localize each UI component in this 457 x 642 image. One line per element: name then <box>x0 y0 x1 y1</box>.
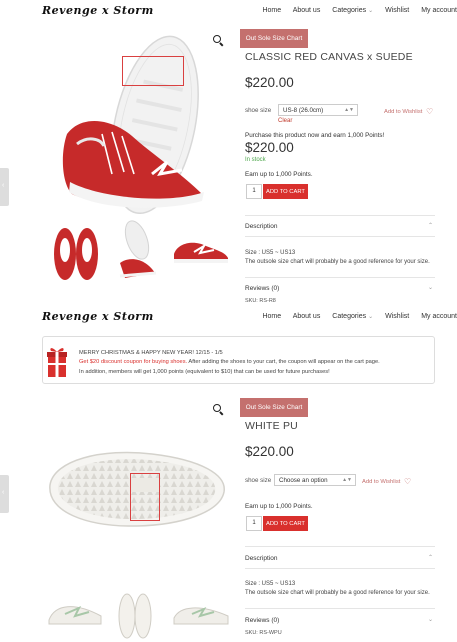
chevron-down-icon[interactable]: ⌄ <box>428 284 433 291</box>
chevron-up-icon[interactable]: ⌃ <box>428 554 433 561</box>
size-chart-button[interactable]: Out Sole Size Chart <box>240 398 308 417</box>
chevron-down-icon: ⌄ <box>368 314 374 320</box>
size-select[interactable]: US-8 (26.0cm) ▲▼ <box>278 104 358 116</box>
divider <box>245 215 435 216</box>
chevron-left-icon: ‹ <box>2 489 5 496</box>
chevron-left-icon: ‹ <box>2 182 5 189</box>
earn-points-text: Earn up to 1,000 Points. <box>245 503 313 510</box>
size-chart-button[interactable]: Out Sole Size Chart <box>240 29 308 48</box>
thumbnail-2[interactable] <box>115 590 155 640</box>
thumbnail-1[interactable] <box>45 222 107 284</box>
divider <box>245 608 435 609</box>
product-price: $220.00 <box>245 444 294 459</box>
search-icon[interactable] <box>213 404 225 416</box>
chevron-down-icon[interactable]: ⌄ <box>428 616 433 623</box>
size-label: shoe size <box>245 107 272 114</box>
description-tab[interactable]: Description <box>245 555 278 562</box>
quantity-input[interactable]: 1 <box>246 516 262 531</box>
add-to-cart-button[interactable]: ADD TO CART <box>263 516 308 531</box>
product-main-image[interactable] <box>42 440 232 540</box>
logo-highlight-box <box>130 473 160 521</box>
select-arrow-icon: ▲▼ <box>344 107 354 113</box>
reviews-tab[interactable]: Reviews (0) <box>245 285 279 292</box>
product-price-variant: $220.00 <box>245 140 294 155</box>
nav-categories[interactable]: Categories <box>332 7 366 14</box>
add-to-wishlist-link[interactable]: Add to Wishlist <box>362 479 400 485</box>
sku-text: SKU: RS-WPU <box>245 630 282 636</box>
promo-coupon-text: Get $20 discount coupon for buying shoes… <box>79 359 188 366</box>
nav-wishlist[interactable]: Wishlist <box>385 7 409 14</box>
divider <box>245 236 435 237</box>
promo-coupon-detail: After adding the shoes to your cart, the… <box>187 359 380 366</box>
thumbnail-1[interactable] <box>45 592 107 632</box>
quantity-input[interactable]: 1 <box>246 184 262 199</box>
product-title: WHITE PU <box>245 420 298 432</box>
nav-categories[interactable]: Categories <box>332 313 366 320</box>
divider <box>245 546 435 547</box>
product-title: CLASSIC RED CANVAS x SUEDE <box>245 51 413 63</box>
main-menu: Home About us Categories ⌄ Wishlist My ac… <box>262 313 457 320</box>
product-price: $220.00 <box>245 75 294 90</box>
search-icon[interactable] <box>213 35 225 47</box>
reviews-tab[interactable]: Reviews (0) <box>245 617 279 624</box>
stock-status: In stock <box>245 157 266 163</box>
promo-points-text: In addition, members will get 1,000 poin… <box>79 368 330 375</box>
earn-points-text: Earn up to 1,000 Points. <box>245 171 313 178</box>
sku-text: SKU: RS-R8 <box>245 298 276 304</box>
main-menu: Home About us Categories ⌄ Wishlist My ac… <box>262 7 457 14</box>
product-main-image[interactable] <box>42 24 232 214</box>
heart-icon[interactable]: ♡ <box>404 477 411 486</box>
nav-about[interactable]: About us <box>293 313 321 320</box>
size-label: shoe size <box>245 477 272 484</box>
select-arrow-icon: ▲▼ <box>342 477 352 483</box>
red-side-view <box>174 242 228 263</box>
nav-about[interactable]: About us <box>293 7 321 14</box>
side-prev-tab[interactable]: ‹ <box>0 168 9 206</box>
site-logo[interactable]: Revenge x Storm <box>42 310 154 323</box>
sneaker-photo <box>62 35 204 214</box>
description-body: Size : US5 ~ US13 The outsole size chart… <box>245 250 430 265</box>
top-nav: Revenge x Storm Home About us Categories… <box>0 2 457 22</box>
promo-headline: MERRY CHRISTMAS & HAPPY NEW YEAR! 12/15 … <box>79 350 223 356</box>
thumbnail-3[interactable] <box>170 598 232 628</box>
nav-home[interactable]: Home <box>262 7 281 14</box>
white-side-view <box>173 606 229 625</box>
promo-banner: MERRY CHRISTMAS & HAPPY NEW YEAR! 12/15 … <box>42 336 435 384</box>
thumbnail-3[interactable] <box>170 232 232 268</box>
side-prev-tab[interactable]: ‹ <box>0 475 9 513</box>
thumbnail-2[interactable] <box>110 218 165 284</box>
clear-link[interactable]: Clear <box>278 118 292 124</box>
heart-icon[interactable]: ♡ <box>426 107 433 116</box>
size-select[interactable]: Choose an option ▲▼ <box>274 474 356 486</box>
chevron-up-icon[interactable]: ⌃ <box>428 222 433 229</box>
top-nav-2: Revenge x Storm Home About us Categories… <box>0 308 457 328</box>
divider <box>245 568 435 569</box>
logo-highlight-box <box>122 56 184 86</box>
add-to-wishlist-link[interactable]: Add to Wishlist <box>384 109 422 115</box>
nav-account[interactable]: My account <box>421 7 457 14</box>
nav-home[interactable]: Home <box>262 313 281 320</box>
divider <box>245 277 435 278</box>
site-logo[interactable]: Revenge x Storm <box>42 4 154 17</box>
chevron-down-icon: ⌄ <box>368 8 374 14</box>
gift-icon <box>47 348 67 377</box>
nav-wishlist[interactable]: Wishlist <box>385 313 409 320</box>
description-body: Size : US5 ~ US13 The outsole size chart… <box>245 581 430 596</box>
nav-account[interactable]: My account <box>421 313 457 320</box>
white-pair-top <box>118 593 152 639</box>
description-tab[interactable]: Description <box>245 223 278 230</box>
white-pair-side <box>48 606 102 625</box>
add-to-cart-button[interactable]: ADD TO CART <box>263 184 308 199</box>
red-pair-top <box>54 228 98 280</box>
sole-side-view <box>119 220 157 278</box>
points-purchase-text: Purchase this product now and earn 1,000… <box>245 132 385 139</box>
